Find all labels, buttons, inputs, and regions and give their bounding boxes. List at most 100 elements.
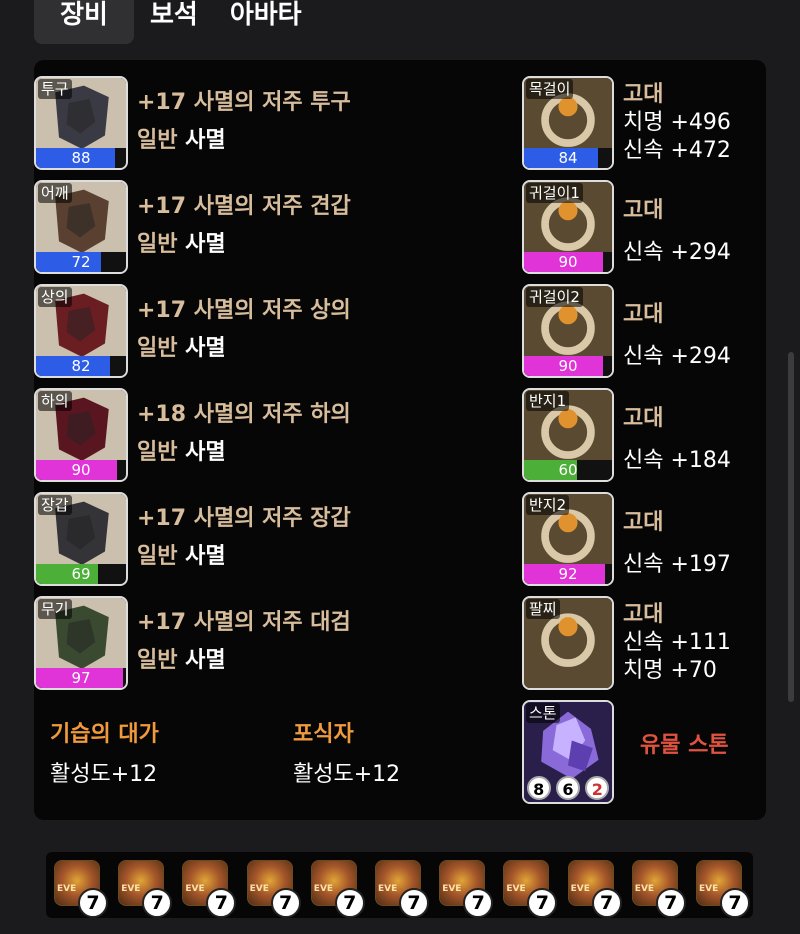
- gem-slot[interactable]: EVE 7: [182, 860, 237, 918]
- quality-bar: 69: [36, 564, 126, 584]
- slot-label: 목걸이: [526, 79, 574, 99]
- gem-level: 7: [527, 888, 558, 918]
- gem-slot[interactable]: EVE 7: [375, 860, 429, 918]
- quality-value: 90: [558, 357, 578, 375]
- gem-label: EVE: [634, 884, 655, 894]
- quality-value: 92: [558, 565, 578, 583]
- equipment-thumbnail[interactable]: 장갑 69: [34, 492, 128, 586]
- equipment-set: 사멸: [185, 232, 226, 257]
- accessory-stat: 치명 +70: [623, 658, 717, 683]
- gem-label: EVE: [121, 884, 141, 894]
- gem-level: 7: [334, 888, 365, 918]
- equipment-thumbnail[interactable]: 어깨 72: [34, 180, 128, 274]
- equipment-name: +17 사멸의 저주 투구: [137, 90, 351, 115]
- gem-level: 7: [591, 888, 622, 918]
- equipment-grade: 일반: [137, 336, 178, 361]
- equipment-grade-line: 일반 사멸: [137, 642, 226, 674]
- gem-label: EVE: [57, 884, 77, 894]
- slot-label: 귀걸이1: [526, 183, 583, 203]
- accessory-stat: 신속 +184: [623, 448, 731, 473]
- gem-level: 7: [270, 888, 301, 918]
- quality-value: 60: [558, 461, 578, 479]
- accessory-grade: 고대: [623, 406, 664, 431]
- equipment-thumbnail[interactable]: 투구 88: [34, 76, 128, 170]
- quality-bar: 88: [36, 148, 126, 168]
- slot-label: 장갑: [38, 495, 72, 515]
- equipment-grade-line: 일반 사멸: [137, 122, 226, 154]
- accessory-thumbnail[interactable]: 목걸이 84: [522, 76, 614, 170]
- gem-level: 7: [463, 888, 494, 918]
- accessory-thumbnail[interactable]: 팔찌: [522, 596, 614, 690]
- tab-avatar[interactable]: 아바타: [214, 0, 318, 44]
- gem-label: EVE: [442, 884, 462, 894]
- equipment-grade: 일반: [137, 648, 178, 673]
- gem-slot[interactable]: EVE 7: [310, 860, 365, 918]
- equipment-set: 사멸: [185, 544, 226, 569]
- quality-value: 90: [71, 461, 91, 479]
- accessory-grade: 고대: [623, 510, 664, 535]
- slot-label: 투구: [38, 79, 72, 99]
- engraving-name: 포식자: [293, 722, 354, 747]
- gem-label: EVE: [699, 884, 719, 894]
- equipment-grade-line: 일반 사멸: [137, 434, 226, 466]
- accessory-thumbnail[interactable]: 귀걸이2 90: [522, 284, 614, 378]
- slot-label: 반지2: [526, 495, 570, 515]
- slot-label: 귀걸이2: [526, 287, 583, 307]
- stone-grade-label: 유물 스톤: [640, 733, 729, 758]
- accessory-thumbnail[interactable]: 반지2 92: [522, 492, 614, 586]
- quality-value: 97: [71, 669, 91, 687]
- quality-value: 69: [71, 565, 91, 583]
- accessory-stat: 신속 +294: [623, 344, 731, 369]
- accessory-thumbnail[interactable]: 귀걸이1 90: [522, 180, 614, 274]
- gem-slot[interactable]: EVE 7: [246, 860, 301, 918]
- gem-slot[interactable]: EVE 7: [503, 860, 558, 918]
- quality-bar: 97: [36, 668, 126, 688]
- slot-label: 하의: [38, 391, 72, 411]
- equipment-name: +17 사멸의 저주 견갑: [137, 194, 351, 219]
- equipment-set: 사멸: [185, 336, 226, 361]
- gem-label: EVE: [378, 884, 398, 894]
- quality-bar: 84: [524, 148, 612, 168]
- equipment-name: +17 사멸의 저주 대검: [137, 610, 351, 635]
- tab-equipment[interactable]: 장비: [34, 0, 134, 44]
- gem-slot[interactable]: EVE 7: [567, 860, 622, 918]
- equipment-grade: 일반: [137, 232, 178, 257]
- quality-bar: 60: [524, 460, 612, 480]
- accessory-grade: 고대: [623, 198, 664, 223]
- gem-label: EVE: [185, 884, 205, 894]
- slot-label: 어깨: [38, 183, 72, 203]
- gem-level: 7: [78, 888, 108, 918]
- quality-bar: 92: [524, 564, 612, 584]
- gem-bar: EVE 7 EVE 7 EVE 7 EVE 7 EVE 7 EVE 7 EVE …: [46, 852, 753, 918]
- scrollbar[interactable]: [788, 0, 794, 934]
- gem-slot[interactable]: EVE 7: [118, 860, 173, 918]
- equipment-set: 사멸: [185, 440, 226, 465]
- equipment-thumbnail[interactable]: 하의 90: [34, 388, 128, 482]
- quality-value: 82: [71, 357, 91, 375]
- slot-label: 상의: [38, 287, 72, 307]
- gem-slot[interactable]: EVE 7: [54, 860, 108, 918]
- gem-label: EVE: [313, 884, 334, 894]
- equipment-grade: 일반: [137, 544, 178, 569]
- quality-value: 84: [558, 149, 578, 167]
- equipment-grade-line: 일반 사멸: [137, 226, 226, 258]
- stone-thumbnail[interactable]: 스톤 8 6 2: [522, 700, 614, 804]
- equipment-thumbnail[interactable]: 무기 97: [34, 596, 128, 690]
- gem-slot[interactable]: EVE 7: [439, 860, 494, 918]
- stone-level-2: 6: [555, 776, 580, 800]
- equipment-panel: 투구 88 +17 사멸의 저주 투구 일반 사멸 어깨 72 +17 사멸의 …: [34, 60, 766, 820]
- gem-level: 7: [142, 888, 173, 918]
- gem-slot[interactable]: EVE 7: [696, 860, 750, 918]
- gem-slot[interactable]: EVE 7: [631, 860, 686, 918]
- equipment-thumbnail[interactable]: 상의 82: [34, 284, 128, 378]
- tab-gems[interactable]: 보석: [134, 0, 214, 44]
- gem-label: EVE: [249, 884, 269, 894]
- scrollbar-thumb[interactable]: [788, 352, 794, 702]
- equipment-set: 사멸: [185, 128, 226, 153]
- stone-level-3: 2: [585, 776, 610, 800]
- equipment-set: 사멸: [185, 648, 226, 673]
- engraving-value: 활성도+12: [50, 762, 158, 787]
- equipment-name: +18 사멸의 저주 하의: [137, 402, 351, 427]
- gem-level: 7: [655, 888, 686, 918]
- accessory-thumbnail[interactable]: 반지1 60: [522, 388, 614, 482]
